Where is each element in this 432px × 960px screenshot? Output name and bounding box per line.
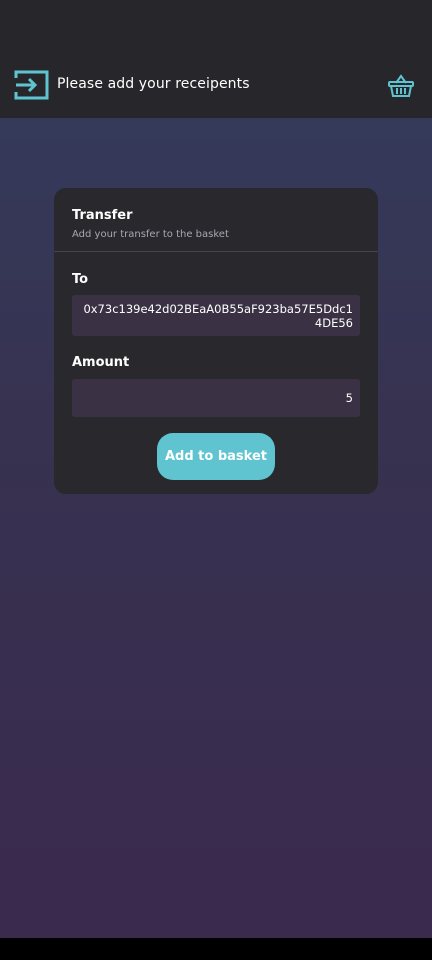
divider xyxy=(54,251,378,252)
transfer-card: Transfer Add your transfer to the basket… xyxy=(54,188,378,494)
card-subtitle: Add your transfer to the basket xyxy=(72,229,229,240)
status-bar-area xyxy=(0,0,432,52)
exit-to-app-icon[interactable] xyxy=(14,69,50,101)
to-label: To xyxy=(72,272,89,287)
basket-icon[interactable] xyxy=(388,74,414,98)
system-navigation-bar xyxy=(0,938,432,960)
amount-label: Amount xyxy=(72,355,130,370)
top-app-bar: Please add your receipents xyxy=(0,52,432,118)
page-title: Please add your receipents xyxy=(57,76,250,92)
app-screen: Please add your receipents Transfer Add … xyxy=(0,0,432,938)
card-title: Transfer xyxy=(72,208,133,223)
to-address-field[interactable]: 0x73c139e42d02BEaA0B55aF923ba57E5Ddc14DE… xyxy=(72,295,360,336)
amount-field[interactable]: 5 xyxy=(72,379,360,417)
add-to-basket-button[interactable]: Add to basket xyxy=(157,433,275,480)
